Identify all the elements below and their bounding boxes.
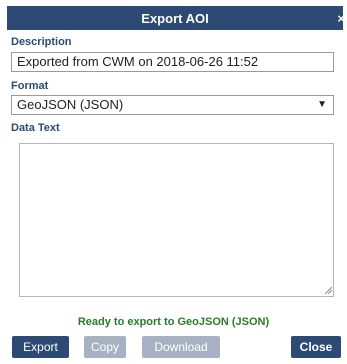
copy-button[interactable]: Copy xyxy=(84,336,126,358)
close-icon[interactable]: × xyxy=(337,12,345,26)
export-aoi-dialog: Export AOI × Description Exported from C… xyxy=(0,0,347,364)
data-text-label: Data Text xyxy=(11,122,60,134)
description-field[interactable]: Exported from CWM on 2018-06-26 11:52 xyxy=(11,52,334,72)
resize-grip-icon[interactable] xyxy=(324,286,332,294)
dialog-title: Export AOI xyxy=(141,10,209,26)
chevron-down-icon: ▼ xyxy=(317,99,327,110)
download-button[interactable]: Download xyxy=(142,336,220,358)
format-select[interactable]: GeoJSON (JSON) ▼ xyxy=(11,95,334,115)
description-label: Description xyxy=(11,36,72,48)
status-message: Ready to export to GeoJSON (JSON) xyxy=(77,316,270,328)
data-text-area[interactable] xyxy=(19,143,334,297)
close-button[interactable]: Close xyxy=(291,336,341,358)
format-label: Format xyxy=(11,80,49,92)
dialog-titlebar[interactable]: Export AOI × xyxy=(7,6,345,30)
format-selected-value: GeoJSON (JSON) xyxy=(17,97,124,112)
export-button[interactable]: Export xyxy=(12,336,69,358)
